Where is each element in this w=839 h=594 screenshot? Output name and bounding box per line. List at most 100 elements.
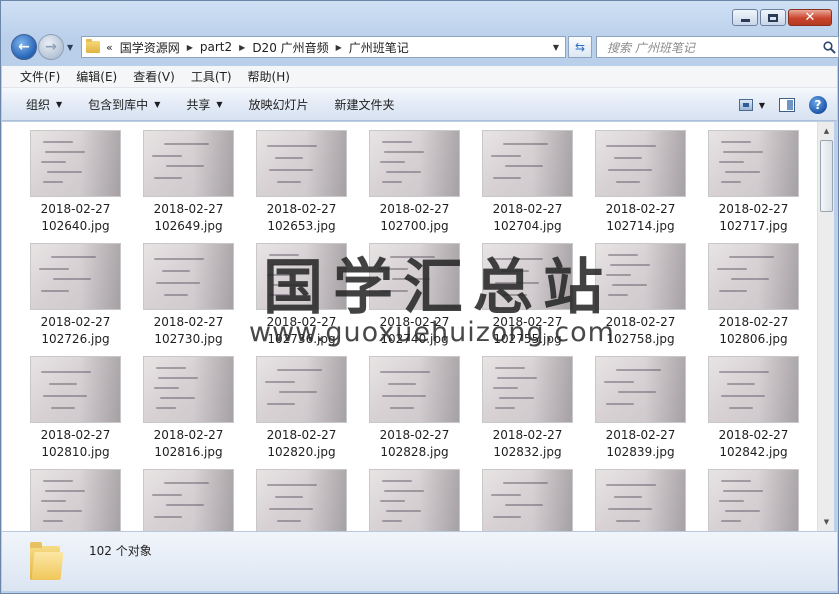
- forward-button[interactable]: →: [38, 34, 64, 60]
- image-thumbnail[interactable]: [30, 356, 121, 423]
- breadcrumb-0[interactable]: 国学资源网: [117, 39, 183, 56]
- file-name-time: 102842.jpg: [719, 445, 788, 459]
- file-item[interactable]: [707, 469, 800, 531]
- help-icon[interactable]: ?: [809, 96, 827, 114]
- file-item[interactable]: 2018-02-27 102717.jpg: [707, 130, 800, 243]
- image-thumbnail[interactable]: [256, 356, 347, 423]
- file-name-date: 2018-02-27: [40, 202, 111, 216]
- organize-button[interactable]: 组织 ▼: [16, 96, 72, 113]
- file-name-date: 2018-02-27: [718, 428, 789, 442]
- chevron-down-icon: ▼: [216, 99, 223, 109]
- vertical-scrollbar[interactable]: ▲ ▼: [817, 122, 834, 531]
- breadcrumb-1[interactable]: part2: [197, 40, 235, 54]
- file-name-time: 102653.jpg: [267, 219, 336, 233]
- menu-view[interactable]: 查看(V): [125, 68, 183, 85]
- file-item[interactable]: 2018-02-27 102714.jpg: [594, 130, 687, 243]
- file-item[interactable]: 2018-02-27 102806.jpg: [707, 243, 800, 356]
- refresh-button[interactable]: ⇆: [568, 36, 592, 58]
- chevron-right-icon[interactable]: ▶: [332, 43, 346, 52]
- slideshow-button[interactable]: 放映幻灯片: [239, 96, 319, 113]
- watermark-url: www.guoxuehuizong.com: [249, 317, 615, 348]
- chevron-right-icon[interactable]: ▶: [235, 43, 249, 52]
- menu-tools[interactable]: 工具(T): [183, 68, 240, 85]
- file-item[interactable]: [255, 469, 348, 531]
- file-name-date: 2018-02-27: [379, 428, 450, 442]
- image-thumbnail[interactable]: [708, 130, 799, 197]
- file-item[interactable]: 2018-02-27 102653.jpg: [255, 130, 348, 243]
- file-item[interactable]: 2018-02-27 102820.jpg: [255, 356, 348, 469]
- file-item[interactable]: 2018-02-27 102842.jpg: [707, 356, 800, 469]
- preview-pane-icon[interactable]: [779, 98, 795, 112]
- navigation-bar: ← → ▼ « 国学资源网 ▶ part2 ▶ D20 广州音频 ▶ 广州班笔记…: [9, 34, 839, 60]
- image-thumbnail[interactable]: [708, 356, 799, 423]
- file-item[interactable]: 2018-02-27 102730.jpg: [142, 243, 235, 356]
- search-input[interactable]: 搜索 广州班笔记: [607, 39, 820, 56]
- file-item[interactable]: 2018-02-27 102832.jpg: [481, 356, 574, 469]
- image-thumbnail[interactable]: [369, 469, 460, 531]
- file-item[interactable]: 2018-02-27 102828.jpg: [368, 356, 461, 469]
- file-item[interactable]: 2018-02-27 102649.jpg: [142, 130, 235, 243]
- maximize-button[interactable]: [760, 9, 786, 26]
- new-folder-button[interactable]: 新建文件夹: [325, 96, 405, 113]
- menu-file[interactable]: 文件(F): [12, 68, 68, 85]
- menu-edit[interactable]: 编辑(E): [68, 68, 125, 85]
- image-thumbnail[interactable]: [30, 469, 121, 531]
- include-library-label: 包含到库中: [88, 97, 149, 112]
- search-box[interactable]: 搜索 广州班笔记: [596, 36, 839, 58]
- image-thumbnail[interactable]: [482, 130, 573, 197]
- file-name-date: 2018-02-27: [605, 202, 676, 216]
- image-thumbnail[interactable]: [595, 356, 686, 423]
- new-folder-label: 新建文件夹: [334, 97, 395, 112]
- menu-help[interactable]: 帮助(H): [240, 68, 298, 85]
- recent-pages-dropdown[interactable]: ▼: [67, 43, 73, 52]
- address-history-dropdown[interactable]: ▼: [553, 43, 559, 52]
- image-thumbnail[interactable]: [256, 130, 347, 197]
- image-thumbnail[interactable]: [482, 356, 573, 423]
- breadcrumb-3[interactable]: 广州班笔记: [346, 39, 412, 56]
- file-item[interactable]: [29, 469, 122, 531]
- file-item[interactable]: 2018-02-27 102810.jpg: [29, 356, 122, 469]
- address-bar[interactable]: « 国学资源网 ▶ part2 ▶ D20 广州音频 ▶ 广州班笔记 ▼: [81, 36, 566, 58]
- file-item[interactable]: 2018-02-27 102816.jpg: [142, 356, 235, 469]
- back-button[interactable]: ←: [11, 34, 37, 60]
- minimize-button[interactable]: [732, 9, 758, 26]
- folder-icon: [86, 39, 100, 53]
- file-item[interactable]: 2018-02-27 102640.jpg: [29, 130, 122, 243]
- image-thumbnail[interactable]: [143, 243, 234, 310]
- image-thumbnail[interactable]: [30, 243, 121, 310]
- image-thumbnail[interactable]: [595, 130, 686, 197]
- image-thumbnail[interactable]: [708, 243, 799, 310]
- file-item[interactable]: [368, 469, 461, 531]
- include-library-button[interactable]: 包含到库中 ▼: [78, 96, 170, 113]
- chevron-down-icon: ▼: [56, 99, 63, 109]
- file-item[interactable]: [594, 469, 687, 531]
- image-thumbnail[interactable]: [369, 130, 460, 197]
- file-item[interactable]: 2018-02-27 102700.jpg: [368, 130, 461, 243]
- scroll-down-icon[interactable]: ▼: [818, 514, 835, 530]
- organize-label: 组织: [26, 97, 51, 112]
- search-icon[interactable]: [820, 40, 838, 54]
- image-thumbnail[interactable]: [595, 469, 686, 531]
- close-button[interactable]: ✕: [788, 9, 832, 26]
- file-item[interactable]: 2018-02-27 102839.jpg: [594, 356, 687, 469]
- view-options-dropdown[interactable]: ▼: [759, 101, 765, 110]
- image-thumbnail[interactable]: [143, 469, 234, 531]
- image-thumbnail[interactable]: [369, 356, 460, 423]
- overflow-chevron[interactable]: «: [104, 41, 117, 54]
- image-thumbnail[interactable]: [143, 130, 234, 197]
- chevron-right-icon[interactable]: ▶: [183, 43, 197, 52]
- file-item[interactable]: 2018-02-27 102726.jpg: [29, 243, 122, 356]
- change-view-icon[interactable]: [738, 99, 753, 111]
- image-thumbnail[interactable]: [482, 469, 573, 531]
- image-thumbnail[interactable]: [30, 130, 121, 197]
- image-thumbnail[interactable]: [708, 469, 799, 531]
- scroll-thumb[interactable]: [820, 140, 833, 212]
- image-thumbnail[interactable]: [143, 356, 234, 423]
- file-item[interactable]: [481, 469, 574, 531]
- file-item[interactable]: 2018-02-27 102704.jpg: [481, 130, 574, 243]
- share-button[interactable]: 共享 ▼: [176, 96, 232, 113]
- scroll-up-icon[interactable]: ▲: [818, 123, 835, 139]
- image-thumbnail[interactable]: [256, 469, 347, 531]
- breadcrumb-2[interactable]: D20 广州音频: [249, 39, 331, 56]
- file-item[interactable]: [142, 469, 235, 531]
